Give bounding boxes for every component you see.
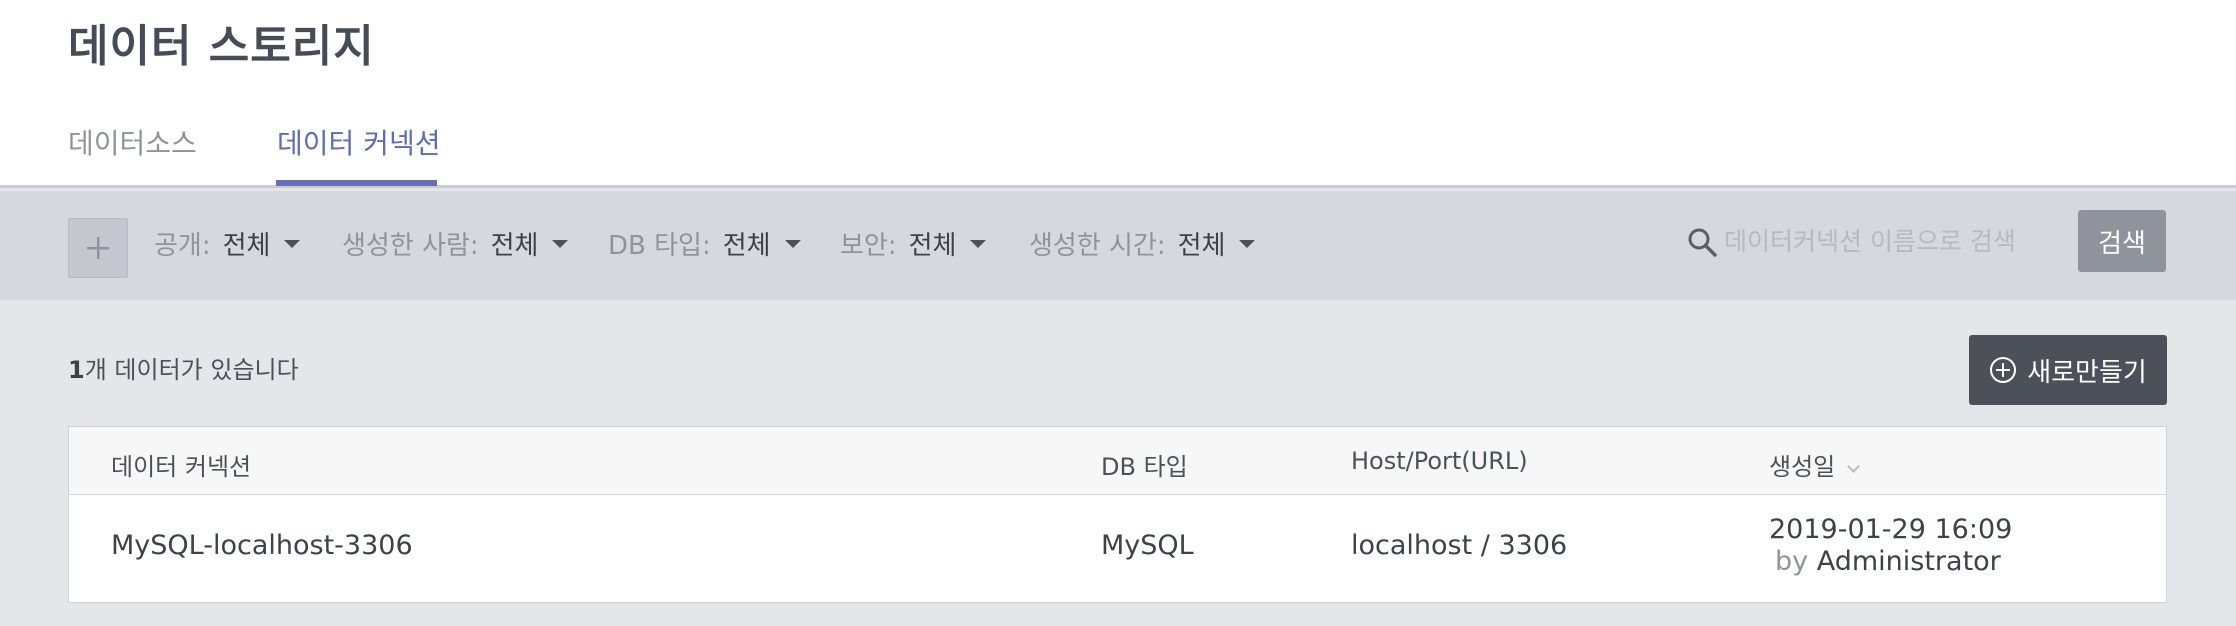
caret-down-icon [284, 239, 301, 248]
tab-datasource[interactable]: 데이터소스 [68, 122, 197, 162]
page-header: 데이터 스토리지 데이터소스 데이터 커넥션 [0, 0, 2236, 188]
filter-created-time[interactable]: 생성한 시간: 전체 [1029, 225, 1256, 262]
filter-label: 공개: [154, 231, 211, 261]
filter-label: DB 타입: [608, 231, 711, 261]
caret-down-icon [970, 239, 987, 248]
filter-label: 생성한 시간: [1029, 231, 1166, 261]
active-tab-indicator [276, 180, 437, 186]
sort-down-icon [1847, 460, 1861, 473]
column-header-db-type[interactable]: DB 타입 [1101, 447, 1188, 482]
caret-down-icon [552, 239, 569, 248]
caret-down-icon [1239, 239, 1256, 248]
result-count: 1개 데이터가 있습니다 [68, 350, 299, 385]
column-header-created-label: 생성일 [1769, 453, 1836, 481]
filter-value: 전체 [908, 231, 957, 261]
search-icon [1688, 228, 1717, 257]
search-button[interactable]: 검색 [2078, 210, 2166, 272]
column-header-created[interactable]: 생성일 [1769, 447, 1861, 482]
connection-name[interactable]: MySQL-localhost-3306 [111, 530, 413, 561]
created-by-user: Administrator [1816, 546, 2001, 577]
created-date: 2019-01-29 16:09 [1769, 514, 2013, 545]
plus-circle-icon [1990, 357, 2017, 383]
filter-value: 전체 [722, 231, 771, 261]
filter-creator[interactable]: 생성한 사람: 전체 [342, 225, 569, 262]
filter-value: 전체 [222, 231, 271, 261]
column-header-name[interactable]: 데이터 커넥션 [111, 447, 251, 482]
filter-value: 전체 [490, 231, 539, 261]
host-port: localhost / 3306 [1351, 530, 1568, 561]
filter-value: 전체 [1177, 231, 1226, 261]
plus-icon [87, 237, 109, 259]
page-title: 데이터 스토리지 [68, 21, 375, 72]
filter-db-type[interactable]: DB 타입: 전체 [608, 225, 801, 262]
result-count-text: 개 데이터가 있습니다 [84, 356, 299, 384]
search-input[interactable] [1724, 221, 2044, 261]
created-by-prefix: by [1775, 546, 1809, 577]
create-new-label: 새로만들기 [2027, 357, 2147, 388]
data-connection-table: 데이터 커넥션 DB 타입 Host/Port(URL) 생성일 MySQL-l… [68, 426, 2167, 603]
column-header-host[interactable]: Host/Port(URL) [1351, 447, 1528, 475]
table-header: 데이터 커넥션 DB 타입 Host/Port(URL) 생성일 [69, 427, 2166, 495]
filter-public[interactable]: 공개: 전체 [154, 225, 301, 262]
caret-down-icon [784, 239, 801, 248]
add-filter-button[interactable] [68, 218, 128, 278]
create-new-button[interactable]: 새로만들기 [1969, 335, 2167, 405]
tab-data-connection[interactable]: 데이터 커넥션 [277, 122, 440, 162]
filter-security[interactable]: 보안: 전체 [840, 225, 987, 262]
db-type: MySQL [1101, 530, 1194, 561]
created-by: by Administrator [1775, 546, 2001, 577]
filter-bar: 공개: 전체 생성한 사람: 전체 DB 타입: 전체 보안: 전체 생성한 시… [0, 191, 2236, 300]
filter-label: 생성한 사람: [342, 231, 479, 261]
filter-label: 보안: [840, 231, 897, 261]
result-count-number: 1 [68, 356, 85, 384]
